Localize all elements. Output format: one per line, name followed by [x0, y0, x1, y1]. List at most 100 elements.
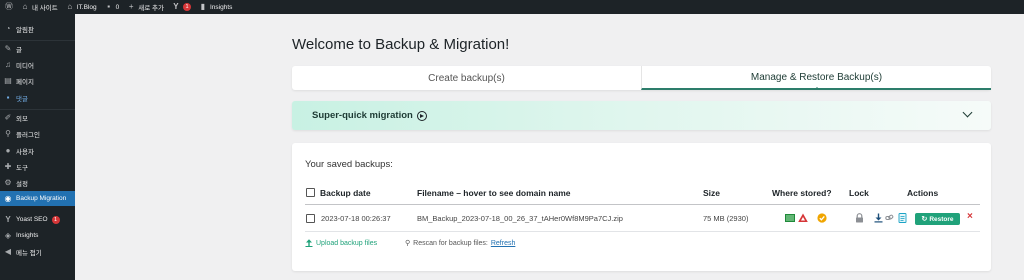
sidebar-item-users[interactable]: ● 사용자	[0, 143, 75, 158]
upload-label: Upload backup files	[316, 239, 378, 247]
new-content-link[interactable]: + 새로 추가	[127, 2, 164, 13]
active-tab-indicator	[813, 87, 820, 90]
wrench-icon: ✚	[4, 161, 12, 171]
super-quick-migration-panel[interactable]: Super-quick migration	[292, 101, 991, 130]
restore-label: Restore	[929, 215, 954, 223]
sidebar-item-label: 메뉴 접기	[16, 249, 42, 257]
tab-manage-restore[interactable]: Manage & Restore Backup(s)	[641, 66, 991, 90]
row-checkbox[interactable]	[306, 214, 315, 223]
blog-name: IT.Blog	[76, 3, 97, 11]
refresh-icon: ↻	[921, 216, 928, 223]
brush-icon: ✐	[4, 112, 12, 122]
comments-link[interactable]: ▪ 0	[105, 3, 119, 11]
insights-icon: ◈	[4, 230, 12, 240]
rescan-row: ⚲ Rescan for backup files: Refresh	[405, 239, 516, 248]
check-badge-icon	[817, 213, 827, 223]
tab-bar: Create backup(s) Manage & Restore Backup…	[292, 66, 991, 90]
notification-badge: 1	[182, 3, 191, 11]
header-size[interactable]: Size	[703, 188, 720, 198]
chevron-down-icon[interactable]	[962, 107, 973, 118]
sidebar-item-pages[interactable]: ▤ 페이지	[0, 73, 75, 88]
restore-button[interactable]: ↻ Restore	[915, 213, 960, 225]
header-divider	[305, 204, 980, 205]
media-icon: ♫	[5, 59, 11, 69]
sidebar-item-settings[interactable]: ⚙ 설정	[0, 175, 75, 190]
saved-backups-label: Your saved backups:	[305, 159, 393, 170]
sidebar-item-appearance[interactable]: ✐ 외모	[0, 110, 75, 125]
insights-label: Insights	[209, 3, 233, 11]
page-title: Welcome to Backup & Migration!	[292, 36, 510, 53]
sidebar-item-comments[interactable]: ▪ 댓글	[0, 90, 75, 105]
admin-sidebar: ◔ 알림판 ✎ 글 ♫ 미디어 ▤ 페이지 ▪ 댓글 ✐ 외모 ⚲ 플러그인 ● 사용자 ✚ 도구…	[0, 14, 75, 280]
backup-size: 75 MB (2930)	[703, 214, 749, 223]
comment-icon: ▪	[6, 92, 10, 102]
tab-label: Manage & Restore Backup(s)	[750, 71, 883, 83]
home-icon: ⌂	[22, 2, 28, 11]
new-label: 새로 추가	[138, 5, 164, 12]
sidebar-item-label: 플러그인	[16, 131, 40, 139]
sidebar-item-label: 댓글	[16, 95, 28, 103]
sidebar-item-posts[interactable]: ✎ 글	[0, 41, 75, 56]
migration-label: Super-quick migration	[312, 110, 413, 121]
backup-date: 2023-07-18 00:26:37	[321, 214, 391, 223]
backup-icon: ◉	[4, 193, 12, 203]
backup-filename[interactable]: BM_Backup_2023-07-18_00_26_37_tAHer0Wf8M…	[417, 214, 623, 223]
yoast-icon: Y	[173, 2, 179, 11]
admin-bar: Ⓦ ⌂ 내 사이트 ⌂ IT.Blog ▪ 0 + 새로 추가 Y1 ▮ Insights	[0, 0, 1024, 14]
pin-icon: ✎	[4, 43, 12, 53]
header-where-stored: Where stored?	[772, 188, 832, 198]
header-actions: Actions	[907, 188, 939, 198]
sidebar-item-label: Backup Migration	[16, 195, 67, 202]
tab-create-backup[interactable]: Create backup(s)	[292, 66, 641, 90]
sidebar-item-dashboard[interactable]: ◔ 알림판	[0, 21, 75, 36]
search-icon: ⚲	[405, 240, 411, 247]
site-name-link[interactable]: ⌂ 내 사이트	[21, 2, 58, 13]
insights-link[interactable]: ▮ Insights	[199, 2, 233, 11]
dashboard-icon: ◔	[5, 23, 11, 33]
page-icon: ▤	[4, 75, 12, 85]
sidebar-item-label: 설정	[16, 180, 28, 188]
tab-label: Create backup(s)	[428, 72, 505, 84]
wordpress-icon: Ⓦ	[5, 2, 13, 11]
sidebar-item-label: 도구	[16, 164, 28, 172]
sidebar-item-collapse[interactable]: ◀ 메뉴 접기	[0, 244, 75, 259]
plugin-icon: ⚲	[5, 128, 11, 138]
sidebar-item-insights[interactable]: ◈ Insights	[0, 228, 75, 243]
yoast-link[interactable]: Y1	[172, 3, 191, 11]
site-name: 내 사이트	[32, 5, 58, 12]
log-file-icon[interactable]	[898, 213, 907, 223]
sidebar-item-label: Insights	[16, 232, 39, 239]
download-icon[interactable]	[874, 213, 883, 223]
sidebar-item-label: 알림판	[16, 26, 34, 34]
sidebar-item-backup-migration[interactable]: ◉ Backup Migration	[0, 191, 75, 206]
home-icon: ⌂	[67, 2, 73, 11]
sidebar-item-label: 글	[16, 46, 22, 54]
collapse-icon: ◀	[4, 246, 12, 256]
sidebar-item-label: 사용자	[16, 148, 34, 156]
sidebar-item-label: 페이지	[16, 78, 34, 86]
sidebar-item-label: 미디어	[16, 62, 34, 70]
blog-link[interactable]: ⌂ IT.Blog	[66, 2, 97, 11]
yoast-icon: Y	[5, 214, 11, 224]
upload-icon	[305, 239, 313, 247]
sidebar-item-media[interactable]: ♫ 미디어	[0, 57, 75, 72]
sidebar-item-plugins[interactable]: ⚲ 플러그인	[0, 126, 75, 141]
select-all-checkbox[interactable]	[306, 188, 315, 197]
bar-chart-icon: ▮	[200, 2, 206, 11]
sidebar-item-label: Yoast SEO	[16, 216, 48, 223]
sidebar-item-label: 외모	[16, 115, 28, 123]
rescan-label: Rescan for backup files:	[413, 239, 488, 247]
wordpress-logo[interactable]: Ⓦ	[5, 3, 13, 11]
settings-icon: ⚙	[4, 177, 12, 187]
sidebar-item-tools[interactable]: ✚ 도구	[0, 159, 75, 174]
refresh-link[interactable]: Refresh	[491, 240, 516, 247]
upload-backup-files-link[interactable]: Upload backup files	[305, 239, 377, 247]
header-filename: Filename – hover to see domain name	[417, 188, 571, 198]
delete-icon[interactable]: ×	[967, 211, 973, 222]
sidebar-item-yoast[interactable]: Y Yoast SEO 1	[0, 212, 75, 227]
lock-icon[interactable]	[855, 213, 864, 223]
user-icon: ●	[5, 145, 11, 155]
row-divider	[305, 231, 980, 232]
header-backup-date[interactable]: Backup date	[320, 188, 371, 198]
link-icon[interactable]	[885, 213, 894, 223]
